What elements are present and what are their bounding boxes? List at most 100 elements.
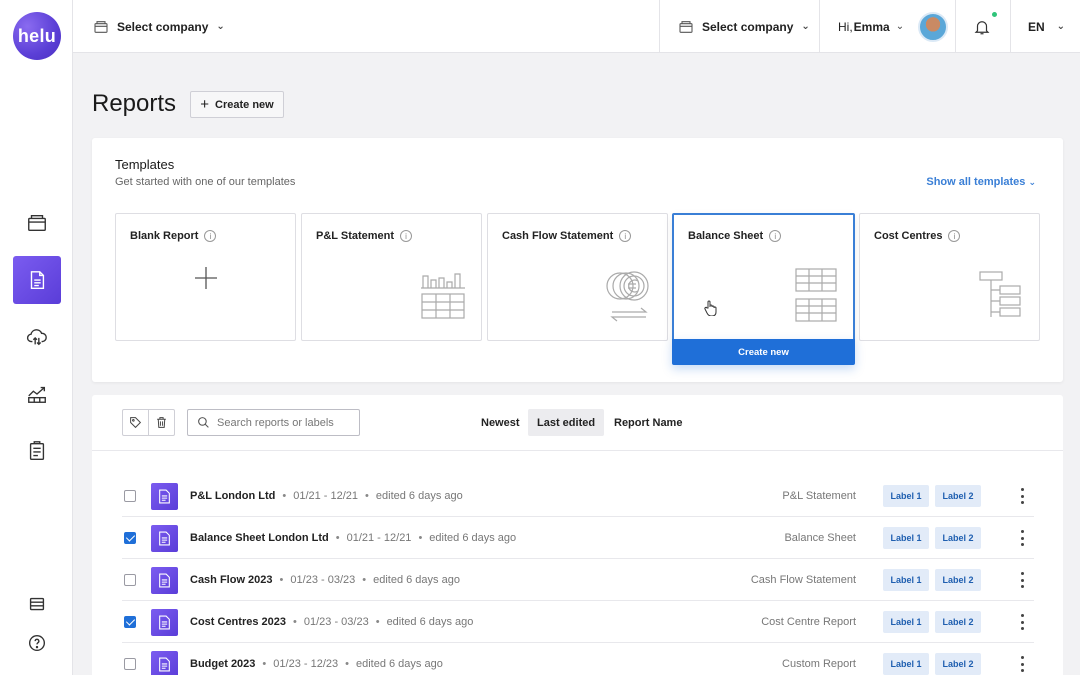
label-badge[interactable]: Label 2 [935,527,981,549]
template-card-balance-sheet[interactable]: Balance Sheet i [672,213,855,341]
more-options-icon[interactable] [1020,488,1024,504]
reports-list-panel: Newest Last edited Report Name P&L Londo… [92,395,1063,675]
sort-newest[interactable]: Newest [472,409,529,436]
trash-icon [157,417,166,428]
row-info: P&L London Ltd • 01/21 - 12/21 • edited 6 … [190,490,463,502]
report-name[interactable]: P&L London Ltd [190,490,275,502]
table-row[interactable]: P&L London Ltd • 01/21 - 12/21 • edited 6 … [122,475,1034,517]
more-options-icon[interactable] [1020,656,1024,672]
label-badge[interactable]: Label 1 [883,653,929,675]
notifications-button[interactable] [973,0,998,53]
info-icon[interactable]: i [769,230,782,242]
row-checkbox[interactable] [124,532,136,544]
search-box[interactable] [187,409,360,436]
create-from-template-button[interactable]: Create new [672,339,855,365]
label-badge[interactable]: Label 2 [935,611,981,633]
table-row[interactable]: Balance Sheet London Ltd • 01/21 - 12/21 •… [122,517,1034,559]
template-card-cash-flow-statement[interactable]: Cash Flow Statement i [487,213,668,341]
row-info: Budget 2023 • 01/23 - 12/23 • edited 6 day… [190,658,443,670]
row-checkbox[interactable] [124,574,136,586]
hand-cursor-icon [704,300,717,316]
sidebar-item-sync[interactable] [13,313,61,361]
report-icon [151,525,178,552]
user-menu[interactable]: Hi, Emma ⌄ [838,0,949,53]
table-row[interactable]: Cash Flow 2023 • 01/23 - 03/23 • edited 6 … [122,559,1034,601]
bar-chart-table-icon [421,273,465,319]
more-options-icon[interactable] [1020,530,1024,546]
chevron-down-icon: ⌄ [1028,177,1036,187]
info-icon[interactable]: i [948,230,961,242]
row-info: Balance Sheet London Ltd • 01/21 - 12/21 •… [190,532,517,544]
company-select-secondary[interactable]: Select company ⌄ [678,0,810,53]
sidebar-item-analytics[interactable] [13,370,61,418]
show-all-templates-link[interactable]: Show all templates ⌄ [926,176,1036,188]
label-badge[interactable]: Label 1 [883,527,929,549]
template-card-label: Cash Flow Statement [502,230,614,242]
delete-button[interactable] [148,410,174,435]
page-title: Reports [92,90,177,117]
sort-report-name[interactable]: Report Name [605,409,691,436]
info-icon[interactable]: i [400,230,413,242]
help-circle-icon [28,634,46,652]
info-icon[interactable]: i [619,230,632,242]
report-name[interactable]: Balance Sheet London Ltd [190,532,329,544]
language-select[interactable]: EN ⌄ [1028,0,1065,53]
label-badge[interactable]: Label 2 [935,653,981,675]
clipboard-list-icon [29,441,45,460]
label-badge[interactable]: Label 2 [935,485,981,507]
label-badge[interactable]: Label 1 [883,485,929,507]
tree-structure-icon [979,271,1021,317]
template-card-blank-report[interactable]: Blank Report i [115,213,296,341]
sidebar-item-help[interactable] [13,619,61,667]
label-badge[interactable]: Label 1 [883,569,929,591]
sidebar-item-companies[interactable] [13,199,61,247]
divider [955,0,956,53]
language-label: EN [1028,19,1045,34]
report-name[interactable]: Cost Centres 2023 [190,616,286,628]
report-edited: edited 6 days ago [375,490,463,502]
search-icon [198,417,209,428]
row-checkbox[interactable] [124,490,136,502]
report-period: 01/23 - 03/23 [290,574,356,586]
more-options-icon[interactable] [1020,614,1024,630]
sidebar-item-documents[interactable] [13,427,61,475]
label-badge[interactable]: Label 1 [883,611,929,633]
company-select-label: Select company [702,19,794,34]
sidebar-item-reports[interactable] [13,256,61,304]
helu-logo[interactable]: helu [13,12,61,60]
report-period: 01/21 - 12/21 [293,490,359,502]
report-name[interactable]: Cash Flow 2023 [190,574,273,586]
bell-icon [974,20,990,34]
sidebar: helu [0,0,73,675]
avatar[interactable] [918,11,949,42]
template-card-title: Blank Report i [130,230,217,242]
logo-text: helu [17,25,57,46]
report-name[interactable]: Budget 2023 [190,658,255,670]
chart-trend-icon [28,386,46,403]
label-badge[interactable]: Label 2 [935,569,981,591]
report-icon [151,651,178,675]
bulk-actions [122,409,175,436]
divider [1010,0,1011,53]
company-select-primary[interactable]: Select company ⌄ [93,0,225,53]
info-icon[interactable]: i [204,230,217,242]
template-card-label: Blank Report [130,230,199,242]
table-row[interactable]: Cost Centres 2023 • 01/23 - 03/23 • edited… [122,601,1034,643]
chevron-down-icon: ⌄ [895,21,905,32]
table-row[interactable]: Budget 2023 • 01/23 - 12/23 • edited 6 day… [122,643,1034,675]
row-checkbox[interactable] [124,658,136,670]
report-document-icon [30,271,45,289]
divider [659,0,660,53]
plus-icon: + [200,96,210,113]
search-input[interactable] [217,416,357,429]
template-card-title: Cost Centres i [874,230,961,242]
sort-last-edited[interactable]: Last edited [528,409,605,436]
report-icon [151,483,178,510]
report-type: P&L Statement [782,490,856,502]
create-report-button[interactable]: + Create new [190,91,284,118]
row-checkbox[interactable] [124,616,136,628]
template-card-pl-statement[interactable]: P&L Statement i [301,213,482,341]
label-button[interactable] [123,410,148,435]
more-options-icon[interactable] [1020,572,1024,588]
template-card-cost-centres[interactable]: Cost Centres i [859,213,1040,341]
